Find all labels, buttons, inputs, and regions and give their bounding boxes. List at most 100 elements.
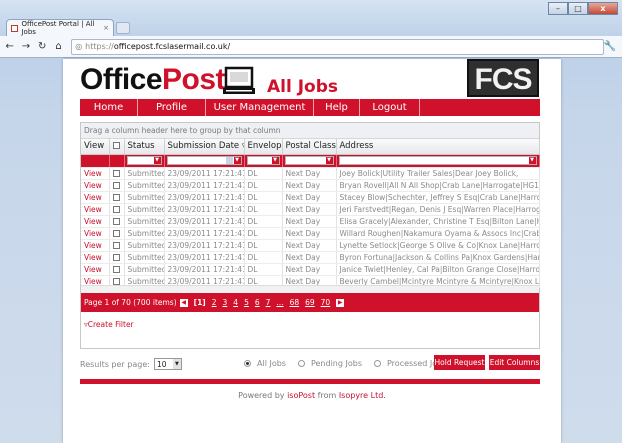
filter-dropdown-icon[interactable]: ▼ — [271, 157, 279, 164]
filter-dropdown-icon[interactable]: ▼ — [233, 157, 241, 164]
results-per-page-select[interactable]: 10 ▼ — [153, 358, 182, 370]
page-link-5[interactable]: 5 — [244, 298, 249, 307]
table-row[interactable]: View Submitted 23/09/2011 17:21:41 DL Next D… — [81, 167, 540, 180]
calendar-icon[interactable] — [225, 157, 233, 164]
menu-item-home[interactable]: Home — [80, 99, 138, 116]
main-menu: Home Profile User Management Help Logout — [80, 99, 540, 116]
date-filter-input[interactable]: ▼ — [166, 156, 242, 165]
page-link-3[interactable]: 3 — [223, 298, 228, 307]
row-checkbox[interactable] — [112, 218, 120, 225]
page-link-70[interactable]: 70 — [321, 298, 331, 307]
forward-icon[interactable]: → — [19, 41, 32, 52]
view-link[interactable]: View — [81, 191, 110, 204]
column-header-envelope[interactable]: Envelope — [244, 139, 283, 155]
edit-columns-button[interactable]: Edit Columns — [489, 355, 540, 370]
radio-unselected-icon[interactable] — [374, 360, 381, 367]
view-link[interactable]: View — [81, 179, 110, 192]
radio-pending-jobs[interactable]: Pending Jobs — [297, 359, 368, 368]
table-row[interactable]: View Submitted 23/09/2011 17:21:41 DL Next D… — [81, 263, 540, 276]
page-link-68[interactable]: 68 — [290, 298, 300, 307]
group-drop-area[interactable]: Drag a column header here to group by th… — [81, 123, 539, 139]
table-row[interactable]: View Submitted 23/09/2011 17:21:41 DL Next D… — [81, 191, 540, 204]
submission-date-label: Submission Date — [167, 141, 240, 152]
page-link-69[interactable]: 69 — [305, 298, 315, 307]
column-header-view[interactable]: View — [81, 139, 110, 155]
hold-request-button[interactable]: Hold Request — [434, 355, 485, 370]
menu-item-help[interactable]: Help — [314, 99, 360, 116]
column-header-status[interactable]: Status — [124, 139, 165, 155]
envelope-cell: DL — [244, 215, 283, 228]
officepost-logo[interactable]: Office Post — [80, 63, 226, 97]
column-header-postal-class[interactable]: Postal Class — [282, 139, 337, 155]
page-link-ellipsis[interactable]: ... — [276, 298, 283, 307]
wrench-icon[interactable]: 🔧 — [604, 41, 616, 52]
reload-icon[interactable]: ↻ — [36, 41, 49, 52]
page-link-7[interactable]: 7 — [266, 298, 271, 307]
table-row[interactable]: View Submitted 23/09/2011 17:21:41 DL Next D… — [81, 215, 540, 228]
status-cell: Submitted — [124, 227, 165, 240]
pager-summary: Page 1 of 70 (700 items) — [84, 298, 177, 307]
page-link-4[interactable]: 4 — [233, 298, 238, 307]
page-link-2[interactable]: 2 — [212, 298, 217, 307]
page-content: Office Post All Jobs FCS Home Profile Us… — [63, 59, 561, 443]
radio-unselected-icon[interactable] — [297, 360, 305, 367]
column-header-submission-date[interactable]: Submission Date ▿ — [164, 139, 245, 155]
row-checkbox[interactable] — [112, 206, 120, 213]
create-filter-link[interactable]: ▿Create Filter — [84, 320, 134, 329]
new-tab-button[interactable] — [116, 22, 130, 34]
site-info-icon[interactable]: ◎ — [75, 42, 82, 51]
row-checkbox[interactable] — [112, 194, 120, 201]
page-link-6[interactable]: 6 — [255, 298, 260, 307]
view-link[interactable]: View — [81, 239, 110, 252]
status-filter-input[interactable]: ▼ — [126, 156, 162, 165]
filter-dropdown-icon[interactable]: ▼ — [528, 157, 536, 164]
table-row[interactable]: View Submitted 23/09/2011 17:21:41 DL Next D… — [81, 227, 540, 240]
view-link[interactable]: View — [81, 215, 110, 228]
minimize-button[interactable]: – — [548, 2, 568, 15]
row-checkbox[interactable] — [112, 170, 120, 177]
row-checkbox[interactable] — [112, 242, 120, 249]
row-checkbox[interactable] — [112, 230, 120, 237]
row-checkbox[interactable] — [112, 266, 120, 273]
view-link[interactable]: View — [81, 263, 110, 276]
back-icon[interactable]: ← — [3, 41, 16, 52]
isopost-link[interactable]: isoPost — [287, 391, 315, 400]
menu-item-logout[interactable]: Logout — [360, 99, 420, 116]
address-filter-input[interactable]: ▼ — [338, 156, 537, 165]
filter-dropdown-icon[interactable]: ▼ — [325, 157, 333, 164]
table-row[interactable]: View Submitted 23/09/2011 17:21:41 DL Next D… — [81, 203, 540, 216]
view-link[interactable]: View — [81, 167, 110, 180]
table-row[interactable]: View Submitted 23/09/2011 17:21:41 DL Next D… — [81, 239, 540, 252]
envelope-filter-input[interactable]: ▼ — [246, 156, 280, 165]
isopyre-link[interactable]: Isopyre Ltd. — [339, 391, 386, 400]
postal-class-filter-input[interactable]: ▼ — [284, 156, 334, 165]
postal-class-cell: Next Day — [282, 227, 337, 240]
column-header-select[interactable] — [109, 139, 125, 155]
close-window-button[interactable]: x — [588, 2, 618, 15]
status-cell: Submitted — [124, 191, 165, 204]
prev-page-button[interactable]: ◀ — [179, 298, 188, 307]
next-page-button[interactable]: ▶ — [336, 298, 345, 307]
view-link[interactable]: View — [81, 251, 110, 264]
table-row[interactable]: View Submitted 23/09/2011 17:21:41 DL Next D… — [81, 251, 540, 264]
row-checkbox[interactable] — [112, 182, 120, 189]
table-row[interactable]: View Submitted 23/09/2011 17:21:41 DL Next D… — [81, 179, 540, 192]
browser-tab[interactable]: OfficePost Portal | All Jobs × — [6, 19, 114, 36]
chevron-down-icon[interactable]: ▼ — [172, 359, 181, 369]
select-all-checkbox[interactable] — [112, 142, 120, 150]
radio-all-jobs[interactable]: All Jobs — [244, 359, 292, 368]
filter-dropdown-icon[interactable]: ▼ — [153, 157, 161, 164]
row-checkbox[interactable] — [112, 254, 120, 261]
close-tab-icon[interactable]: × — [103, 24, 109, 32]
home-icon[interactable]: ⌂ — [52, 41, 65, 52]
horizontal-scrollbar[interactable] — [81, 285, 539, 293]
view-link[interactable]: View — [81, 203, 110, 216]
menu-item-profile[interactable]: Profile — [138, 99, 206, 116]
menu-item-user-management[interactable]: User Management — [206, 99, 314, 116]
row-checkbox[interactable] — [112, 278, 120, 285]
view-link[interactable]: View — [81, 227, 110, 240]
radio-selected-icon[interactable] — [244, 360, 251, 367]
maximize-button[interactable]: □ — [568, 2, 588, 15]
column-header-address[interactable]: Address — [336, 139, 540, 155]
address-bar[interactable]: ◎ https:// officepost.fcslasermail.co.uk… — [71, 38, 604, 55]
